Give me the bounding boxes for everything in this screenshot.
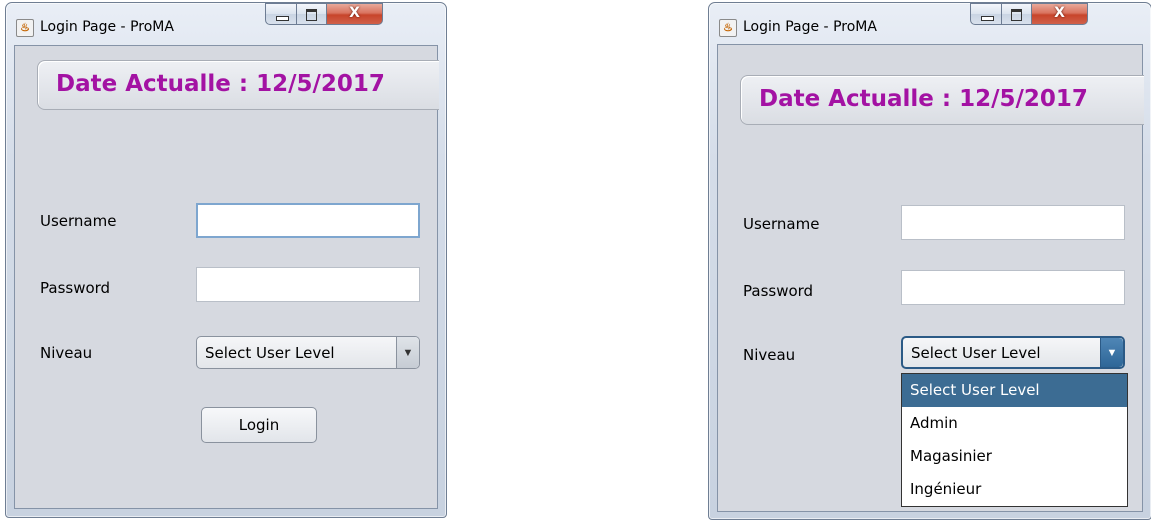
password-field[interactable]: [901, 270, 1125, 305]
user-level-dropdown-list: Select User Level Admin Magasinier Ingén…: [901, 373, 1128, 507]
login-window-left: ♨ Login Page - ProMA X Date Actualle : 1…: [5, 2, 447, 518]
user-level-select[interactable]: Select User Level ▼: [901, 336, 1125, 369]
close-button[interactable]: X: [327, 3, 383, 25]
window-controls: X: [265, 3, 441, 25]
dropdown-arrow-icon[interactable]: ▼: [396, 337, 419, 368]
user-level-select[interactable]: Select User Level ▼: [196, 336, 420, 369]
maximize-icon: [306, 9, 317, 21]
dropdown-option[interactable]: Ingénieur: [902, 473, 1127, 506]
maximize-button[interactable]: [297, 3, 327, 25]
content-panel: Date Actualle : 12/5/2017 Username Passw…: [717, 44, 1144, 512]
java-app-icon[interactable]: ♨: [16, 19, 34, 37]
dropdown-option[interactable]: Magasinier: [902, 440, 1127, 473]
content-panel: Date Actualle : 12/5/2017 Username Passw…: [14, 45, 439, 509]
username-field[interactable]: [196, 203, 420, 238]
minimize-button[interactable]: [970, 3, 1002, 25]
niveau-label: Niveau: [40, 344, 93, 362]
minimize-icon: [981, 16, 994, 21]
title-bar[interactable]: ♨ Login Page - ProMA X: [709, 3, 1151, 43]
login-button[interactable]: Login: [201, 407, 317, 443]
close-button[interactable]: X: [1032, 3, 1088, 25]
window-controls: X: [970, 3, 1146, 25]
window-title: Login Page - ProMA: [40, 19, 174, 35]
dropdown-arrow-icon[interactable]: ▼: [1100, 338, 1123, 367]
current-date-label: Date Actualle : 12/5/2017: [759, 86, 1088, 112]
date-panel: Date Actualle : 12/5/2017: [37, 60, 439, 110]
login-window-right: ♨ Login Page - ProMA X Date Actualle : 1…: [708, 2, 1151, 520]
password-label: Password: [40, 279, 111, 297]
maximize-icon: [1011, 9, 1022, 21]
maximize-button[interactable]: [1002, 3, 1032, 25]
java-app-icon[interactable]: ♨: [719, 19, 737, 37]
dropdown-option[interactable]: Admin: [902, 407, 1127, 440]
username-label: Username: [743, 215, 820, 233]
minimize-button[interactable]: [265, 3, 297, 25]
username-field[interactable]: [901, 205, 1125, 240]
date-panel: Date Actualle : 12/5/2017: [740, 75, 1144, 125]
title-bar[interactable]: ♨ Login Page - ProMA X: [6, 3, 446, 43]
password-field[interactable]: [196, 267, 420, 302]
current-date-label: Date Actualle : 12/5/2017: [56, 71, 385, 97]
niveau-label: Niveau: [743, 346, 796, 364]
minimize-icon: [276, 16, 289, 21]
close-icon: X: [1054, 5, 1065, 21]
window-title: Login Page - ProMA: [743, 19, 877, 35]
close-icon: X: [349, 5, 360, 21]
user-level-selected-value: Select User Level: [205, 344, 335, 362]
dropdown-option[interactable]: Select User Level: [902, 374, 1127, 407]
user-level-selected-value: Select User Level: [911, 344, 1041, 362]
username-label: Username: [40, 212, 117, 230]
password-label: Password: [743, 282, 814, 300]
